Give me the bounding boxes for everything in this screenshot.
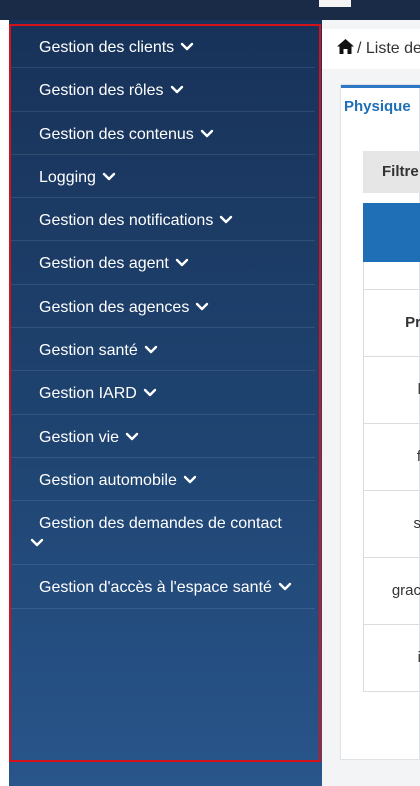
sidebar-item-contenus[interactable]: Gestion des contenus (9, 112, 315, 155)
chevron-down-icon (30, 539, 44, 547)
chevron-down-icon (196, 302, 209, 310)
table-header-cell: Pr (363, 290, 420, 357)
chevron-down-icon (102, 172, 116, 181)
sidebar-item-label: Gestion des contenus (39, 125, 194, 143)
sidebar-item-logging[interactable]: Logging (9, 155, 315, 199)
data-table: Pr l f s grac i (363, 262, 420, 692)
sidebar-item-label: Gestion des agent (39, 255, 169, 273)
sidebar-item-sante[interactable]: Gestion santé (9, 328, 315, 372)
table-row[interactable]: s (363, 491, 420, 558)
sidebar-item-vie[interactable]: Gestion vie (9, 415, 315, 458)
sidebar: Gestion des clients Gestion des rôles Ge… (9, 20, 322, 786)
sidebar-item-roles[interactable]: Gestion des rôles (9, 68, 315, 112)
sidebar-item-label: Gestion des demandes de contact (39, 515, 282, 533)
navbar-toggle-button[interactable] (319, 0, 351, 7)
chevron-down-icon (125, 432, 139, 440)
chevron-down-icon (144, 345, 157, 354)
chevron-down-icon (143, 389, 157, 397)
sidebar-menu: Gestion des clients Gestion des rôles Ge… (9, 25, 322, 609)
chevron-down-icon (170, 86, 183, 94)
top-navbar (0, 0, 420, 20)
sidebar-item-label: Gestion des rôles (39, 82, 164, 100)
table-row[interactable]: i (363, 625, 420, 692)
sidebar-item-label: Gestion automobile (39, 471, 177, 489)
sidebar-item-notifications[interactable]: Gestion des notifications (9, 198, 315, 242)
filter-bar[interactable]: Filtre (363, 151, 420, 193)
table-row[interactable]: l (363, 357, 420, 424)
sidebar-item-agences[interactable]: Gestion des agences (9, 285, 315, 329)
chevron-down-icon (175, 259, 189, 267)
sidebar-item-clients[interactable]: Gestion des clients (9, 25, 315, 69)
sidebar-item-iard[interactable]: Gestion IARD (9, 371, 315, 415)
sidebar-item-label: Gestion IARD (39, 385, 137, 403)
chevron-down-icon (183, 475, 197, 484)
sidebar-item-label: Gestion des agences (39, 298, 190, 316)
table-row[interactable]: f (363, 424, 420, 491)
table-row[interactable]: grac (363, 558, 420, 625)
chevron-down-icon (278, 583, 292, 591)
sidebar-item-label: Gestion d'accès à l'espace santé (39, 579, 272, 597)
sidebar-item-label: Logging (39, 168, 96, 186)
breadcrumb: / Liste de (322, 29, 420, 69)
sidebar-item-label: Gestion des clients (39, 39, 175, 56)
sidebar-item-label: Gestion vie (39, 428, 120, 446)
main-content: / Liste de Physique Filtre Pr l f s grac… (322, 20, 420, 786)
table-header (363, 203, 420, 262)
table-row (363, 262, 420, 290)
content-panel: Physique Filtre Pr l f s grac i (340, 84, 420, 760)
tab-physique[interactable]: Physique (341, 85, 420, 127)
sidebar-item-automobile[interactable]: Gestion automobile (9, 458, 315, 502)
home-icon[interactable] (336, 38, 355, 55)
sidebar-item-label: Gestion des notifications (39, 212, 214, 230)
chevron-down-icon (200, 129, 213, 137)
chevron-down-icon (180, 42, 194, 51)
breadcrumb-text: / Liste de (357, 40, 420, 57)
sidebar-item-acces-espace-sante[interactable]: Gestion d'accès à l'espace santé (9, 565, 315, 609)
sidebar-item-label: Gestion santé (39, 342, 138, 360)
sidebar-item-agent[interactable]: Gestion des agent (9, 241, 315, 285)
sidebar-item-demandes-contact[interactable]: Gestion des demandes de contact (9, 501, 315, 566)
chevron-down-icon (220, 215, 233, 224)
